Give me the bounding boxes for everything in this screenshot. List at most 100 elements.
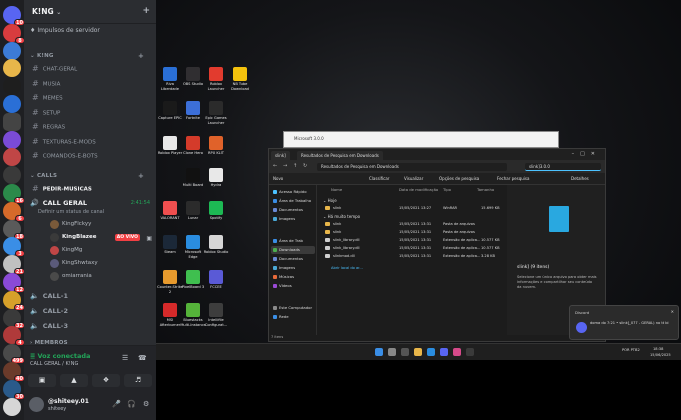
channel-pedir-musicas[interactable]: # PEDIR-MUSICAS bbox=[30, 183, 152, 195]
avatar[interactable] bbox=[29, 397, 44, 412]
desktop-shortcut[interactable]: Intellifile Configurat... bbox=[203, 303, 229, 327]
channel-item[interactable]: # REGRAS bbox=[30, 121, 152, 133]
voice-user[interactable]: KingMg bbox=[50, 245, 154, 256]
nav-pane-item[interactable]: Área de Trabalho bbox=[271, 197, 315, 205]
headphones-icon[interactable]: 🎧 bbox=[127, 400, 136, 408]
noise-suppression-icon[interactable]: ☰ bbox=[122, 354, 128, 362]
create-channel-icon[interactable]: + bbox=[138, 52, 144, 60]
start-button-icon[interactable] bbox=[375, 348, 383, 356]
server-icon[interactable]: 24 bbox=[3, 290, 25, 311]
channel-item[interactable]: # MUSIA bbox=[30, 78, 152, 90]
command-button[interactable]: Visualizar bbox=[404, 176, 423, 181]
column-name[interactable]: Nome bbox=[331, 187, 342, 192]
discord-taskbar-icon[interactable] bbox=[440, 348, 448, 356]
file-row[interactable]: slinkmod.dll 15/05/2021 13:31 Extensão de … bbox=[321, 253, 505, 260]
open-location-link[interactable]: Abrir local do ar... bbox=[331, 265, 431, 272]
server-icon[interactable]: 21 bbox=[3, 255, 25, 276]
file-row[interactable]: slink_library.dll 15/05/2021 13:31 Extensã… bbox=[321, 245, 505, 252]
server-icon[interactable]: 6 bbox=[3, 201, 25, 222]
command-button[interactable]: Novo bbox=[273, 176, 283, 181]
server-icon[interactable]: 12 bbox=[3, 273, 25, 293]
server-icon[interactable]: 32 bbox=[3, 308, 25, 329]
server-icon[interactable] bbox=[3, 112, 21, 131]
microphone-icon[interactable]: 🎤 bbox=[112, 400, 121, 408]
window-controls[interactable]: –□✕ bbox=[572, 151, 601, 157]
desktop-shortcut[interactable]: Roblox Studio bbox=[203, 235, 229, 255]
nav-pane-item[interactable]: Downloads bbox=[271, 246, 315, 254]
channel-item[interactable]: # TEXTURAS-E-MODS bbox=[30, 136, 152, 148]
file-row[interactable]: slink 15/05/2021 13:31 Pasta de arquivos bbox=[321, 221, 505, 228]
background-window[interactable]: Microsoft 3.0.0 bbox=[283, 131, 559, 148]
discord-notification[interactable]: Discord ✕ doma do 7:21 • slink]_077 - GE… bbox=[569, 305, 679, 340]
close-icon[interactable]: ✕ bbox=[671, 309, 674, 314]
voice-user[interactable]: KingShwtaxy bbox=[50, 258, 154, 269]
command-button[interactable]: Fechar pesquisa bbox=[497, 176, 529, 181]
group-older[interactable]: ⌄ Há muito tempo bbox=[323, 214, 360, 219]
category-king[interactable]: ⌄ K!NG + bbox=[30, 52, 144, 60]
server-icon[interactable] bbox=[3, 41, 21, 60]
voice-user[interactable]: KingBlazee AO VIVO ▣ bbox=[50, 232, 154, 243]
server-icon[interactable] bbox=[3, 130, 21, 149]
category-calls[interactable]: ⌄ CALLS + bbox=[30, 172, 144, 180]
refresh-icon[interactable]: ↻ bbox=[303, 163, 307, 169]
app-taskbar-icon[interactable] bbox=[453, 348, 461, 356]
voice-channel-item[interactable]: 🔈 CALL-1 bbox=[30, 292, 154, 300]
tab-slink[interactable]: slink] bbox=[271, 151, 290, 160]
server-icon[interactable]: 8 bbox=[3, 23, 25, 44]
column-date[interactable]: Data de modificação bbox=[399, 187, 438, 192]
server-icon[interactable]: 499 bbox=[3, 344, 25, 365]
server-icon[interactable]: 4 bbox=[3, 326, 25, 347]
username[interactable]: @shiteey.01 bbox=[48, 398, 89, 405]
create-channel-icon[interactable]: + bbox=[138, 172, 144, 180]
group-today[interactable]: ⌄ Hoje bbox=[323, 198, 337, 203]
share-screen-button[interactable]: ▲ bbox=[60, 374, 88, 387]
desktop-shortcut[interactable]: Epic Games Launcher bbox=[203, 101, 229, 125]
voice-connected-subtitle[interactable]: CALL GERAL / K!NG bbox=[30, 361, 78, 367]
server-icon[interactable]: 40 bbox=[3, 362, 25, 382]
nav-pane-item[interactable]: Documentos bbox=[271, 206, 315, 214]
nav-pane-item[interactable]: Rede bbox=[271, 313, 315, 321]
app-taskbar-icon[interactable] bbox=[466, 348, 474, 356]
language-indicator[interactable]: POR PTB2 bbox=[622, 348, 640, 352]
voice-channel-call-geral[interactable]: 🔊 CALL GERAL 2:41:54 bbox=[30, 199, 154, 207]
server-icon[interactable] bbox=[3, 59, 21, 78]
task-view-icon[interactable] bbox=[401, 348, 409, 356]
server-icon[interactable]: 10 bbox=[3, 6, 25, 26]
server-icon[interactable]: 16 bbox=[3, 184, 25, 204]
server-boost-link[interactable]: ♦ Impulsos de servidor bbox=[30, 27, 100, 34]
disconnect-icon[interactable]: ☎ bbox=[138, 354, 147, 362]
back-icon[interactable]: ← bbox=[273, 163, 277, 169]
server-icon[interactable] bbox=[3, 148, 21, 167]
path-input[interactable]: Resultados de Pesquisa em Downloads bbox=[317, 163, 507, 171]
tab-search-results[interactable]: Resultados de Pesquisa em Downloads bbox=[297, 151, 383, 160]
gear-icon[interactable]: ⚙ bbox=[143, 400, 149, 408]
edge-taskbar-icon[interactable] bbox=[427, 348, 435, 356]
nav-pane-item[interactable]: Este Computador bbox=[271, 304, 315, 312]
voice-status-hint[interactable]: Definir um status de canal bbox=[38, 209, 104, 215]
desktop-shortcut[interactable]: Hydra bbox=[203, 168, 229, 188]
voice-user[interactable]: KingFlckyy bbox=[50, 219, 154, 230]
invite-people-icon[interactable]: + bbox=[142, 6, 150, 16]
desktop-shortcut[interactable]: RPX KLIT bbox=[203, 136, 229, 156]
nav-pane-item[interactable]: Área de Trab bbox=[271, 237, 315, 245]
file-row[interactable]: slink 15/05/2021 13:27 WinRAR 15.699 KB bbox=[321, 205, 505, 212]
clock-date[interactable]: 15/06/2025 bbox=[650, 353, 671, 357]
nav-pane-item[interactable]: Músicas bbox=[271, 273, 315, 281]
server-header[interactable]: K!NG ⌄ + bbox=[24, 0, 156, 24]
file-explorer-taskbar-icon[interactable] bbox=[414, 348, 422, 356]
channel-item[interactable]: # CHAT-GERAL bbox=[30, 63, 152, 75]
voice-user[interactable]: omiarrania bbox=[50, 271, 154, 282]
nav-pane-item[interactable]: Acesso Rápido bbox=[271, 188, 315, 196]
voice-channel-item[interactable]: 🔈 CALL-2 bbox=[30, 307, 154, 315]
channel-item[interactable]: # COMANDOS-E-BOTS bbox=[30, 150, 152, 162]
server-icon[interactable]: 30 bbox=[3, 379, 25, 400]
desktop-shortcut[interactable]: NB Tube Download bbox=[227, 67, 253, 91]
forward-icon[interactable]: → bbox=[283, 163, 287, 169]
nav-pane-item[interactable]: Vídeos bbox=[271, 282, 315, 290]
search-icon[interactable] bbox=[388, 348, 396, 356]
command-button[interactable]: Opções de pesquisa bbox=[439, 176, 479, 181]
desktop-shortcut[interactable]: Spotify bbox=[203, 201, 229, 221]
server-icon[interactable] bbox=[3, 77, 21, 96]
column-size[interactable]: Tamanho bbox=[477, 187, 494, 192]
voice-connected-title[interactable]: ≣ Voz conectada bbox=[30, 352, 90, 360]
